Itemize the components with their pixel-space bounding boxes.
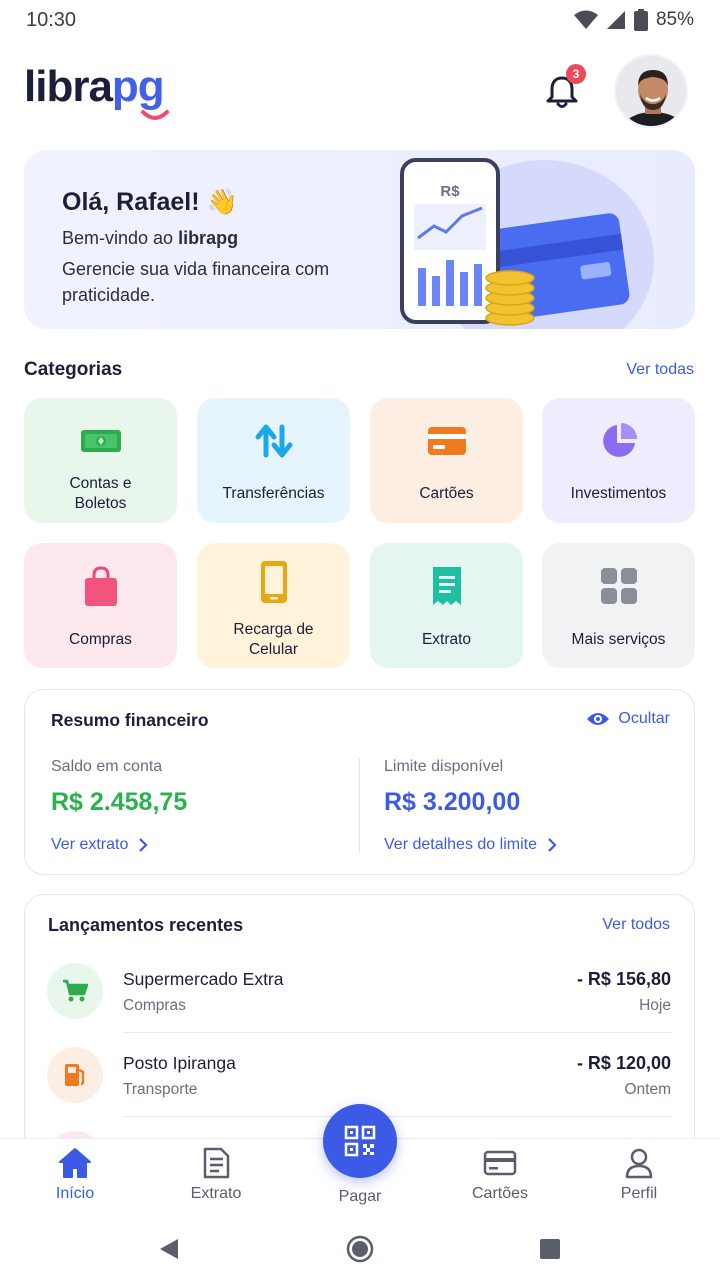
- smartphone-icon: [251, 559, 297, 605]
- grid-icon: [596, 563, 642, 609]
- category-extrato[interactable]: Extrato: [370, 543, 523, 668]
- status-icons: 85%: [573, 9, 694, 31]
- transaction-amount: - R$ 120,00: [576, 1053, 671, 1073]
- battery-percent: 85%: [655, 9, 694, 30]
- tagline: Gerencie sua vida financeira com pratici…: [62, 259, 330, 305]
- transaction-category: Compras: [123, 997, 186, 1014]
- see-statement-link[interactable]: Ver extrato: [51, 836, 148, 854]
- qr-code-icon: [344, 1125, 376, 1157]
- category-recarga-celular[interactable]: Recarga de Celular: [197, 543, 350, 668]
- financial-summary-card: Resumo financeiro Ocultar Saldo em conta…: [24, 689, 695, 875]
- category-label: Compras: [69, 631, 132, 648]
- greeting: Olá, Rafael! 👋: [62, 188, 238, 216]
- card-icon: [483, 1150, 517, 1176]
- pie-chart-icon: [596, 418, 642, 464]
- status-bar: 10:30 85%: [0, 0, 720, 40]
- transaction-date: Hoje: [639, 997, 671, 1014]
- back-icon[interactable]: [158, 1237, 180, 1261]
- balance-label: Saldo em conta: [51, 758, 163, 775]
- credit-card-icon: [424, 418, 470, 464]
- transaction-name: Posto Ipiranga: [123, 1053, 236, 1073]
- transaction-name: Supermercado Extra: [123, 969, 284, 989]
- wifi-icon: [573, 10, 598, 29]
- hide-balance-button[interactable]: Ocultar: [586, 710, 670, 728]
- home-icon: [59, 1148, 91, 1178]
- summary-title: Resumo financeiro: [51, 710, 209, 730]
- notification-badge: 3: [566, 64, 586, 84]
- categories-see-all-link[interactable]: Ver todas: [626, 361, 694, 379]
- eye-icon: [587, 713, 610, 725]
- phone-currency: R$: [440, 183, 460, 200]
- category-label: Extrato: [421, 631, 472, 648]
- pay-button[interactable]: [323, 1104, 397, 1178]
- limit-value: R$ 3.200,00: [384, 788, 521, 816]
- category-compras[interactable]: Compras: [24, 543, 177, 668]
- document-icon: [203, 1147, 230, 1179]
- categories-title: Categorias: [24, 359, 123, 380]
- home-circle-icon[interactable]: [346, 1235, 374, 1263]
- transaction-date: Ontem: [624, 1081, 671, 1098]
- nav-home[interactable]: Início: [20, 1147, 130, 1203]
- user-icon: [625, 1148, 653, 1179]
- shopping-bag-icon: [78, 563, 124, 609]
- pay-label: Pagar: [338, 1188, 382, 1205]
- battery-icon: [633, 9, 648, 31]
- divider: [359, 758, 360, 854]
- category-label: Contas e Boletos: [69, 475, 132, 512]
- transfer-arrows-icon: [251, 418, 297, 464]
- category-transferencias[interactable]: Transferências: [197, 398, 350, 523]
- nav-profile[interactable]: Perfil: [584, 1147, 694, 1203]
- transaction-row[interactable]: Supermercado Extra Compras - R$ 156,80 H…: [47, 963, 671, 1047]
- recent-title: Lançamentos recentes: [48, 915, 244, 935]
- balance-value: R$ 2.458,75: [51, 788, 188, 816]
- system-navigation: [0, 1226, 720, 1280]
- row-divider: [123, 1032, 671, 1033]
- welcome-text: Bem-vindo ao librapg: [62, 228, 239, 248]
- category-label: Transferências: [222, 485, 325, 502]
- app-header: librapg: [0, 48, 720, 132]
- category-label: Cartões: [419, 485, 474, 502]
- category-label: Mais serviços: [571, 631, 666, 648]
- money-bill-icon: [78, 418, 124, 464]
- nav-statement[interactable]: Extrato: [161, 1147, 271, 1203]
- category-investimentos[interactable]: Investimentos: [542, 398, 695, 523]
- avatar[interactable]: [614, 54, 688, 128]
- recent-see-all-link[interactable]: Ver todos: [602, 916, 670, 934]
- receipt-icon: [424, 563, 470, 609]
- fuel-pump-icon: [47, 1047, 103, 1103]
- category-mais-servicos[interactable]: Mais serviços: [542, 543, 695, 668]
- logo-smile-icon: [141, 110, 169, 120]
- limit-label: Limite disponível: [384, 758, 504, 775]
- signal-icon: [606, 11, 625, 29]
- category-label: Investimentos: [570, 485, 667, 502]
- category-contas-boletos[interactable]: Contas e Boletos: [24, 398, 177, 523]
- category-cartoes[interactable]: Cartões: [370, 398, 523, 523]
- welcome-banner: Olá, Rafael! 👋 Bem-vindo ao librapg Gere…: [24, 150, 695, 329]
- recents-icon[interactable]: [539, 1238, 561, 1260]
- chevron-right-icon: [139, 838, 148, 852]
- row-divider: [123, 1116, 671, 1117]
- phone-illustration: R$: [400, 158, 654, 329]
- category-label: Recarga de Celular: [233, 621, 314, 658]
- nav-cards[interactable]: Cartões: [445, 1147, 555, 1203]
- limit-details-link[interactable]: Ver detalhes do limite: [384, 836, 557, 854]
- transaction-category: Transporte: [123, 1081, 198, 1098]
- chevron-right-icon: [548, 838, 557, 852]
- transaction-amount: - R$ 156,80: [576, 969, 671, 989]
- cart-icon: [47, 963, 103, 1019]
- status-time: 10:30: [26, 8, 77, 31]
- app-logo: librapg: [24, 62, 165, 111]
